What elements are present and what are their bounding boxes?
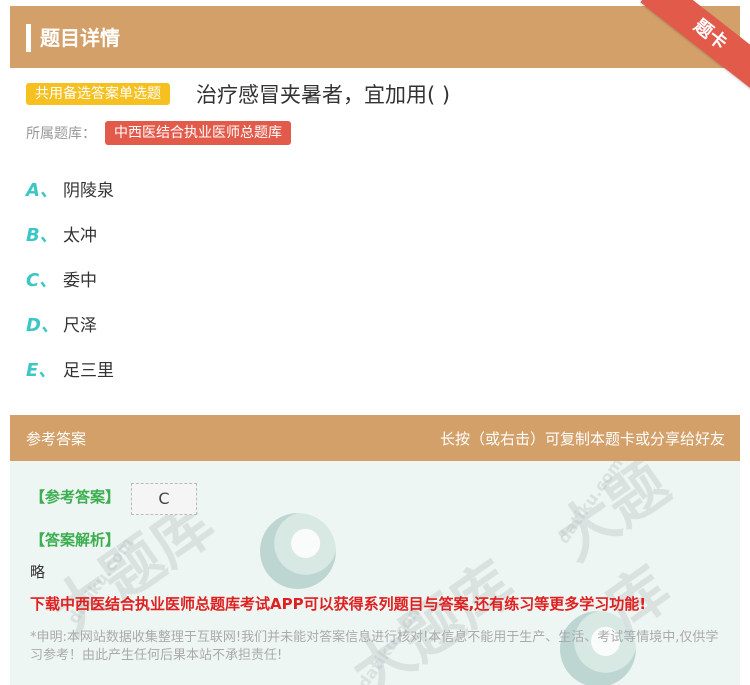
option-e[interactable]: E、 足三里 <box>26 356 114 382</box>
detail-header: 题目详情 <box>10 6 740 68</box>
answer-tag: 【参考答案】 <box>30 488 121 506</box>
answer-header: 参考答案 长按（或右击）可复制本题卡或分享给好友 <box>10 415 740 461</box>
answer-value: C <box>131 483 197 515</box>
question-type-badge: 共用备选答案单选题 <box>26 83 170 105</box>
option-letter: E、 <box>26 360 57 381</box>
answer-body: 大题库 大题库 大题库 datiku.com datiku.com datiku… <box>10 461 740 685</box>
option-text: 阴陵泉 <box>63 181 114 201</box>
option-text: 尺泽 <box>63 316 97 336</box>
option-letter: A、 <box>26 180 58 201</box>
option-c[interactable]: C、 委中 <box>26 266 97 292</box>
share-hint: 长按（或右击）可复制本题卡或分享给好友 <box>439 430 725 448</box>
disclaimer-text: *申明:本网站数据收集整理于互联网!我们并未能对答案信息进行核对!本信息不能用于… <box>30 630 719 663</box>
library-label: 所属题库： <box>26 126 96 142</box>
page-title: 题目详情 <box>40 26 120 50</box>
option-a[interactable]: A、 阴陵泉 <box>26 176 114 202</box>
option-letter: D、 <box>26 315 59 336</box>
watermark-logo: 大题库 <box>543 461 683 646</box>
option-letter: B、 <box>26 225 58 246</box>
corner-ribbon-label[interactable]: 题卡 <box>640 0 750 90</box>
option-letter: C、 <box>26 270 58 291</box>
option-b[interactable]: B、 太冲 <box>26 221 97 247</box>
option-text: 足三里 <box>63 361 114 381</box>
explanation-tag: 【答案解析】 <box>30 531 121 549</box>
watermark-swirl-icon <box>260 513 336 589</box>
explanation-text: 略 <box>30 563 46 581</box>
option-text: 委中 <box>63 271 97 291</box>
header-accent-bar <box>26 24 31 52</box>
option-text: 太冲 <box>63 226 97 246</box>
corner-ribbon[interactable]: 题卡 <box>640 0 750 90</box>
library-badge[interactable]: 中西医结合执业医师总题库 <box>105 121 291 145</box>
app-download-promo[interactable]: 下载中西医结合执业医师总题库考试APP可以获得系列题目与答案,还有练习等更多学习… <box>30 593 646 614</box>
answer-header-title: 参考答案 <box>26 430 87 448</box>
question-text: 治疗感冒夹暑者，宜加用( ) <box>196 83 451 107</box>
option-d[interactable]: D、 尺泽 <box>26 311 97 337</box>
